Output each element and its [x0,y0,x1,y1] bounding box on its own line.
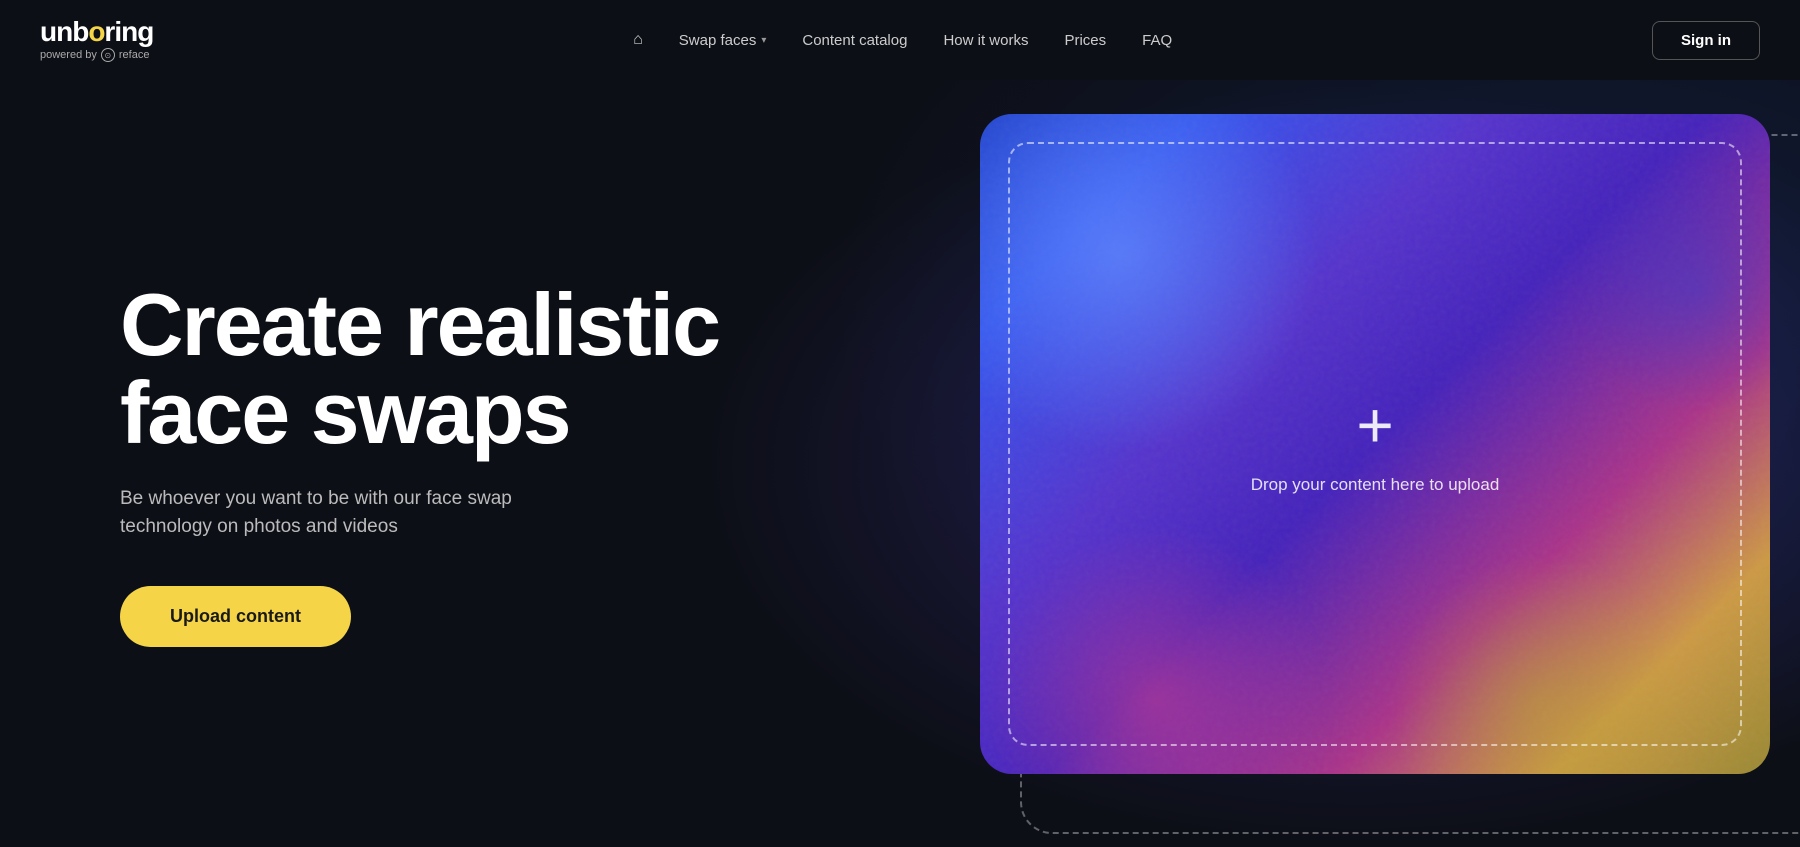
hero-title-line2: face swaps [120,363,570,462]
faq-link[interactable]: FAQ [1142,32,1172,49]
nav-links: ⌂ Swap faces ▾ Content catalog How it wo… [633,31,1172,49]
swap-faces-dropdown-icon: ▾ [761,35,766,46]
home-icon: ⌂ [633,31,643,49]
hero-title-line1: Create realistic [120,275,719,374]
nav-item-content-catalog[interactable]: Content catalog [802,32,907,49]
home-link[interactable]: ⌂ [633,31,643,49]
logo[interactable]: unboring powered by ⊙ reface [40,18,153,62]
sign-in-button[interactable]: Sign in [1652,21,1760,60]
drop-text: Drop your content here to upload [1251,475,1500,495]
powered-by-text: powered by [40,49,97,61]
hero-section: Create realistic face swaps Be whoever y… [0,80,1800,847]
how-it-works-label: How it works [943,32,1028,49]
upload-card[interactable]: + Drop your content here to upload [980,114,1770,774]
upload-panel-wrap: + Drop your content here to upload [980,114,1800,814]
content-catalog-link[interactable]: Content catalog [802,32,907,49]
nav-item-faq[interactable]: FAQ [1142,32,1172,49]
upload-content-button[interactable]: Upload content [120,586,351,647]
nav-item-prices[interactable]: Prices [1064,32,1106,49]
hero-text-block: Create realistic face swaps Be whoever y… [120,281,719,647]
reface-icon: ⊙ [101,48,115,62]
hero-subtitle: Be whoever you want to be with our face … [120,485,719,542]
nav-item-swap-faces[interactable]: Swap faces ▾ [679,32,767,49]
how-it-works-link[interactable]: How it works [943,32,1028,49]
faq-label: FAQ [1142,32,1172,49]
drop-zone[interactable]: + Drop your content here to upload [1008,142,1742,746]
reface-name: reface [119,49,150,61]
logo-text: unboring [40,18,153,46]
content-catalog-label: Content catalog [802,32,907,49]
nav-item-home[interactable]: ⌂ [633,31,643,49]
logo-subtitle: powered by ⊙ reface [40,48,153,62]
swap-faces-label: Swap faces [679,32,757,49]
navbar: unboring powered by ⊙ reface ⌂ Swap face… [0,0,1800,80]
prices-label: Prices [1064,32,1106,49]
plus-icon: + [1356,393,1393,457]
hero-title: Create realistic face swaps [120,281,719,457]
prices-link[interactable]: Prices [1064,32,1106,49]
logo-o: o [88,16,104,47]
swap-faces-link[interactable]: Swap faces ▾ [679,32,767,49]
nav-item-how-it-works[interactable]: How it works [943,32,1028,49]
